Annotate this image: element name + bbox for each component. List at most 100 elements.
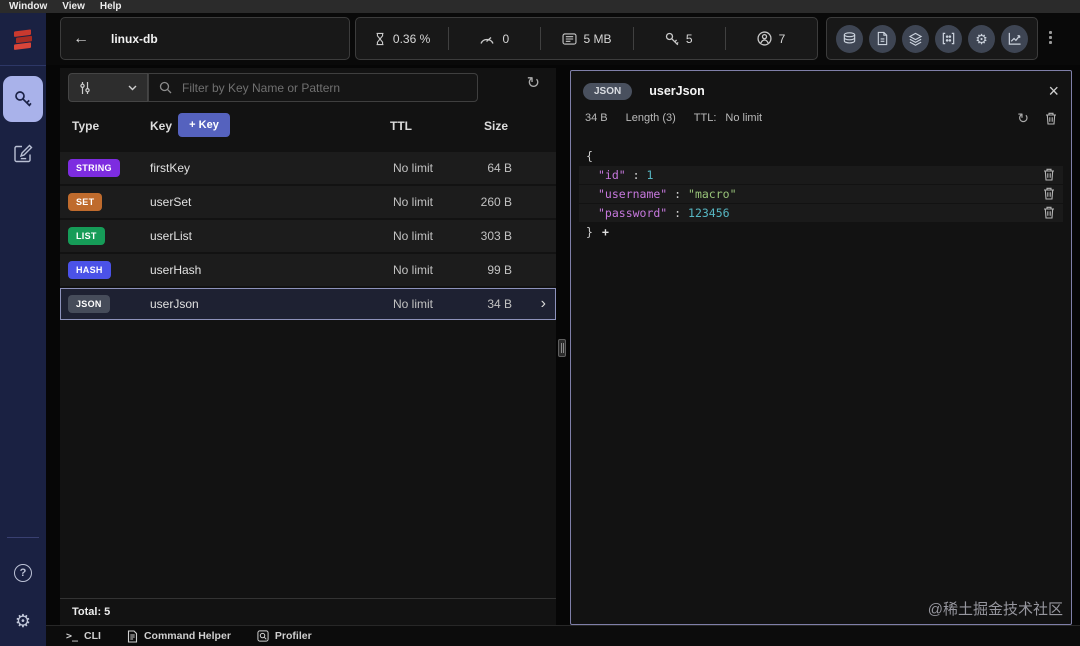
menu-bar: Window View Help bbox=[0, 0, 1080, 13]
sliders-icon bbox=[80, 81, 90, 94]
key-ttl: No limit bbox=[392, 229, 433, 243]
panel-resize-handle[interactable] bbox=[558, 339, 566, 357]
edit-icon bbox=[13, 144, 32, 163]
key-ttl: No limit bbox=[392, 297, 433, 311]
grid-brackets-icon bbox=[942, 32, 955, 45]
sidebar-item-help[interactable]: ? bbox=[0, 564, 46, 582]
command-helper-button[interactable]: Command Helper bbox=[127, 629, 231, 643]
detail-type-badge: JSON bbox=[583, 82, 633, 100]
redis-logo bbox=[0, 13, 46, 65]
json-key[interactable]: "username" bbox=[598, 187, 667, 201]
json-key[interactable]: "id" bbox=[598, 168, 626, 182]
key-list: STRING firstKey No limit 64 B SET userSe… bbox=[60, 152, 556, 322]
settings-tool-button[interactable]: ⚙ bbox=[968, 24, 995, 53]
filter-type-dropdown[interactable] bbox=[68, 73, 148, 102]
type-badge: LIST bbox=[68, 227, 105, 245]
stat-ops-value: 0 bbox=[502, 31, 510, 46]
table-row-selected[interactable]: JSON userJson No limit 34 B › bbox=[60, 288, 556, 320]
sidebar-divider bbox=[7, 537, 39, 538]
key-size: 303 B bbox=[480, 229, 512, 243]
sidebar-item-workbench[interactable] bbox=[0, 144, 46, 163]
user-icon bbox=[756, 31, 772, 46]
json-value[interactable]: 1 bbox=[646, 168, 653, 182]
add-key-button[interactable]: + Key bbox=[178, 113, 230, 137]
key-size: 260 B bbox=[480, 195, 512, 209]
file-tool-button[interactable] bbox=[869, 24, 896, 53]
detail-meta: 34 B Length (3) TTL: No limit ↻ bbox=[585, 109, 1057, 127]
key-ttl: No limit bbox=[392, 161, 433, 175]
delete-entry-button[interactable] bbox=[1043, 187, 1055, 200]
json-entry: "username" : "macro" bbox=[579, 185, 1063, 203]
add-json-field-button[interactable]: + bbox=[602, 223, 609, 241]
key-size: 64 B bbox=[487, 161, 512, 175]
sidebar-item-settings[interactable]: ⚙ bbox=[0, 612, 46, 630]
slowlog-tool-button[interactable] bbox=[935, 24, 962, 53]
database-header: ← linux-db bbox=[60, 17, 350, 60]
key-name: userJson bbox=[150, 297, 199, 311]
profiler-icon bbox=[257, 630, 269, 642]
table-header: Type Key + Key TTL Size bbox=[60, 104, 556, 150]
refresh-keys-button[interactable]: ↻ bbox=[527, 76, 540, 92]
detail-header: JSON userJson × bbox=[583, 80, 1059, 102]
more-menu-button[interactable] bbox=[1046, 28, 1055, 47]
refresh-value-button[interactable]: ↻ bbox=[1017, 111, 1029, 125]
menu-view[interactable]: View bbox=[62, 1, 85, 12]
delete-key-button[interactable] bbox=[1045, 112, 1057, 125]
detail-size: 34 B bbox=[585, 112, 608, 124]
key-name: userSet bbox=[150, 195, 192, 209]
detail-ttl-value[interactable]: No limit bbox=[725, 112, 762, 124]
search-input[interactable] bbox=[180, 79, 467, 96]
detail-key-name: userJson bbox=[649, 84, 705, 98]
app-header: ← linux-db 0.36 % 0 5 MB 5 7 ⚙ bbox=[0, 13, 1080, 65]
gear-icon: ⚙ bbox=[975, 30, 988, 47]
table-row[interactable]: SET userSet No limit 260 B bbox=[60, 186, 556, 218]
table-row[interactable]: LIST userList No limit 303 B bbox=[60, 220, 556, 252]
json-value[interactable]: 123456 bbox=[688, 206, 730, 220]
key-icon bbox=[665, 32, 679, 45]
total-label: Total: 5 bbox=[72, 606, 111, 618]
redis-logo-icon bbox=[14, 29, 32, 50]
layers-tool-button[interactable] bbox=[902, 24, 929, 53]
stat-keys: 5 bbox=[632, 18, 725, 59]
key-name: userHash bbox=[150, 263, 202, 277]
key-size: 34 B bbox=[487, 297, 512, 311]
json-viewer: { "id" : 1 "username" : "macro" "passwor… bbox=[579, 147, 1063, 242]
column-type: Type bbox=[72, 119, 100, 133]
delete-entry-button[interactable] bbox=[1043, 206, 1055, 219]
menu-help[interactable]: Help bbox=[100, 1, 122, 12]
layers-icon bbox=[908, 32, 923, 46]
tools-panel: ⚙ bbox=[826, 17, 1038, 60]
gauge-icon bbox=[480, 36, 495, 44]
chart-icon bbox=[1008, 32, 1021, 45]
profiler-button[interactable]: Profiler bbox=[257, 630, 312, 642]
hourglass-icon bbox=[376, 32, 384, 45]
stat-memory-value: 5 MB bbox=[583, 31, 612, 46]
type-badge: SET bbox=[68, 193, 103, 211]
column-ttl: TTL bbox=[390, 119, 412, 133]
total-count: Total: 5 bbox=[60, 598, 556, 625]
type-badge: STRING bbox=[68, 159, 120, 177]
table-row[interactable]: HASH userHash No limit 99 B bbox=[60, 254, 556, 286]
key-browser-panel: ↻ Type Key + Key TTL Size STRING firstKe… bbox=[60, 68, 556, 625]
json-key[interactable]: "password" bbox=[598, 206, 667, 220]
table-row[interactable]: STRING firstKey No limit 64 B bbox=[60, 152, 556, 184]
json-value[interactable]: "macro" bbox=[688, 187, 736, 201]
database-tool-button[interactable] bbox=[836, 24, 863, 53]
stat-cpu: 0.36 % bbox=[356, 18, 448, 59]
key-name: userList bbox=[150, 229, 193, 243]
help-icon: ? bbox=[14, 564, 32, 582]
back-button[interactable]: ← bbox=[73, 30, 89, 47]
json-entry: "password" : 123456 bbox=[579, 204, 1063, 222]
delete-entry-button[interactable] bbox=[1043, 168, 1055, 181]
analytics-tool-button[interactable] bbox=[1001, 24, 1028, 53]
chevron-right-icon[interactable]: › bbox=[541, 294, 546, 313]
column-size: Size bbox=[483, 119, 508, 133]
json-close-brace: } + bbox=[586, 223, 609, 241]
close-icon[interactable]: × bbox=[1048, 82, 1059, 100]
file-icon bbox=[877, 31, 888, 46]
menu-window[interactable]: Window bbox=[9, 1, 47, 12]
cli-button[interactable]: >_ CLI bbox=[66, 630, 101, 642]
sidebar-item-browser[interactable] bbox=[3, 76, 43, 122]
database-icon bbox=[843, 32, 856, 44]
key-name: firstKey bbox=[150, 161, 191, 175]
